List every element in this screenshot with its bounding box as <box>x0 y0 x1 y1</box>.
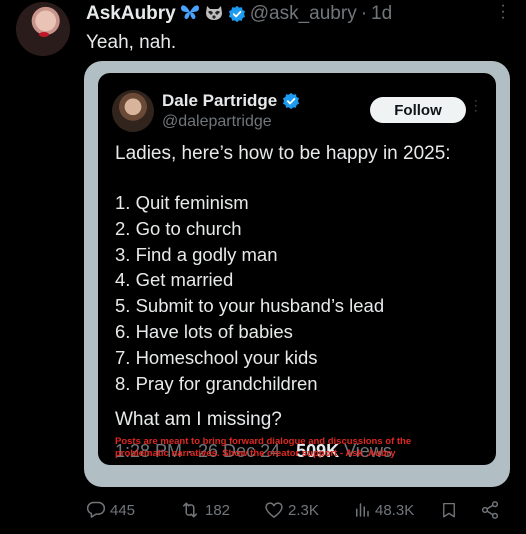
handle[interactable]: @ask_aubry <box>250 3 357 25</box>
more-options-icon[interactable]: · · · <box>500 0 506 26</box>
reply-icon <box>86 501 106 518</box>
raccoon-emoji-icon <box>204 3 224 25</box>
embedded-post-card: Dale Partridge @dalepartridge Follow · · ·… <box>98 73 496 465</box>
list-item: 5. Submit to your husband’s lead <box>115 295 385 317</box>
like-count: 2.3K <box>288 501 319 519</box>
like-button[interactable]: 2.3K <box>264 500 319 520</box>
action-bar: 445 182 2.3K 48.3K <box>86 500 506 524</box>
avatar[interactable] <box>16 2 70 56</box>
view-count: 48.3K <box>375 501 415 519</box>
analytics-icon <box>356 503 369 517</box>
butterfly-emoji-icon <box>180 3 200 25</box>
disclaimer-line-2: problematic narratives. Show the creator… <box>115 448 396 459</box>
share-button[interactable] <box>480 500 500 520</box>
verified-badge-icon <box>228 5 245 23</box>
list-item: 4. Get married <box>115 269 234 291</box>
embedded-verified-badge-icon <box>283 92 300 110</box>
list-item: 3. Find a godly man <box>115 243 278 265</box>
embedded-list: 1. Quit feminism 2. Go to church 3. Find… <box>115 190 384 396</box>
embedded-display-name: Dale Partridge <box>162 91 278 110</box>
reply-count: 445 <box>110 501 136 519</box>
tweet[interactable]: AskAubry @ask_aubry · 1d · · · Yeah, nah. … <box>0 0 526 534</box>
heart-icon <box>265 502 283 518</box>
list-item: 2. Go to church <box>115 217 242 239</box>
follow-button: Follow <box>370 97 466 123</box>
watermark-disclaimer: Posts are meant to bring forward dialogu… <box>115 436 495 460</box>
embedded-name-row: Dale Partridge <box>162 91 300 111</box>
separator-dot: · <box>360 3 368 24</box>
embedded-avatar <box>112 90 154 132</box>
embedded-image[interactable]: Dale Partridge @dalepartridge Follow · · ·… <box>84 61 510 487</box>
list-item: 1. Quit feminism <box>115 192 249 213</box>
bookmark-icon <box>443 502 455 518</box>
embedded-more-icon: · · · <box>474 95 478 117</box>
tweet-text: Yeah, nah. <box>86 32 177 53</box>
repost-count: 182 <box>205 501 231 519</box>
repost-button[interactable]: 182 <box>179 500 230 520</box>
disclaimer-line-1: Posts are meant to bring forward dialogu… <box>115 436 412 447</box>
list-item: 8. Pray for grandchildren <box>115 372 318 394</box>
embedded-headline: Ladies, here’s how to be happy in 2025: <box>115 143 451 164</box>
display-name[interactable]: AskAubry <box>86 3 176 25</box>
list-item: 6. Have lots of babies <box>115 320 293 342</box>
views-button[interactable]: 48.3K <box>353 500 414 520</box>
repost-icon <box>183 502 197 518</box>
bookmark-button[interactable] <box>440 500 458 520</box>
tweet-header: AskAubry @ask_aubry · 1d <box>86 2 392 26</box>
reply-button[interactable]: 445 <box>86 500 135 520</box>
share-icon <box>481 501 499 519</box>
embedded-handle: @dalepartridge <box>162 113 272 130</box>
list-item: 7. Homeschool your kids <box>115 346 318 368</box>
post-age[interactable]: 1d <box>371 3 392 25</box>
embedded-closing-line: What am I missing? <box>115 409 282 430</box>
